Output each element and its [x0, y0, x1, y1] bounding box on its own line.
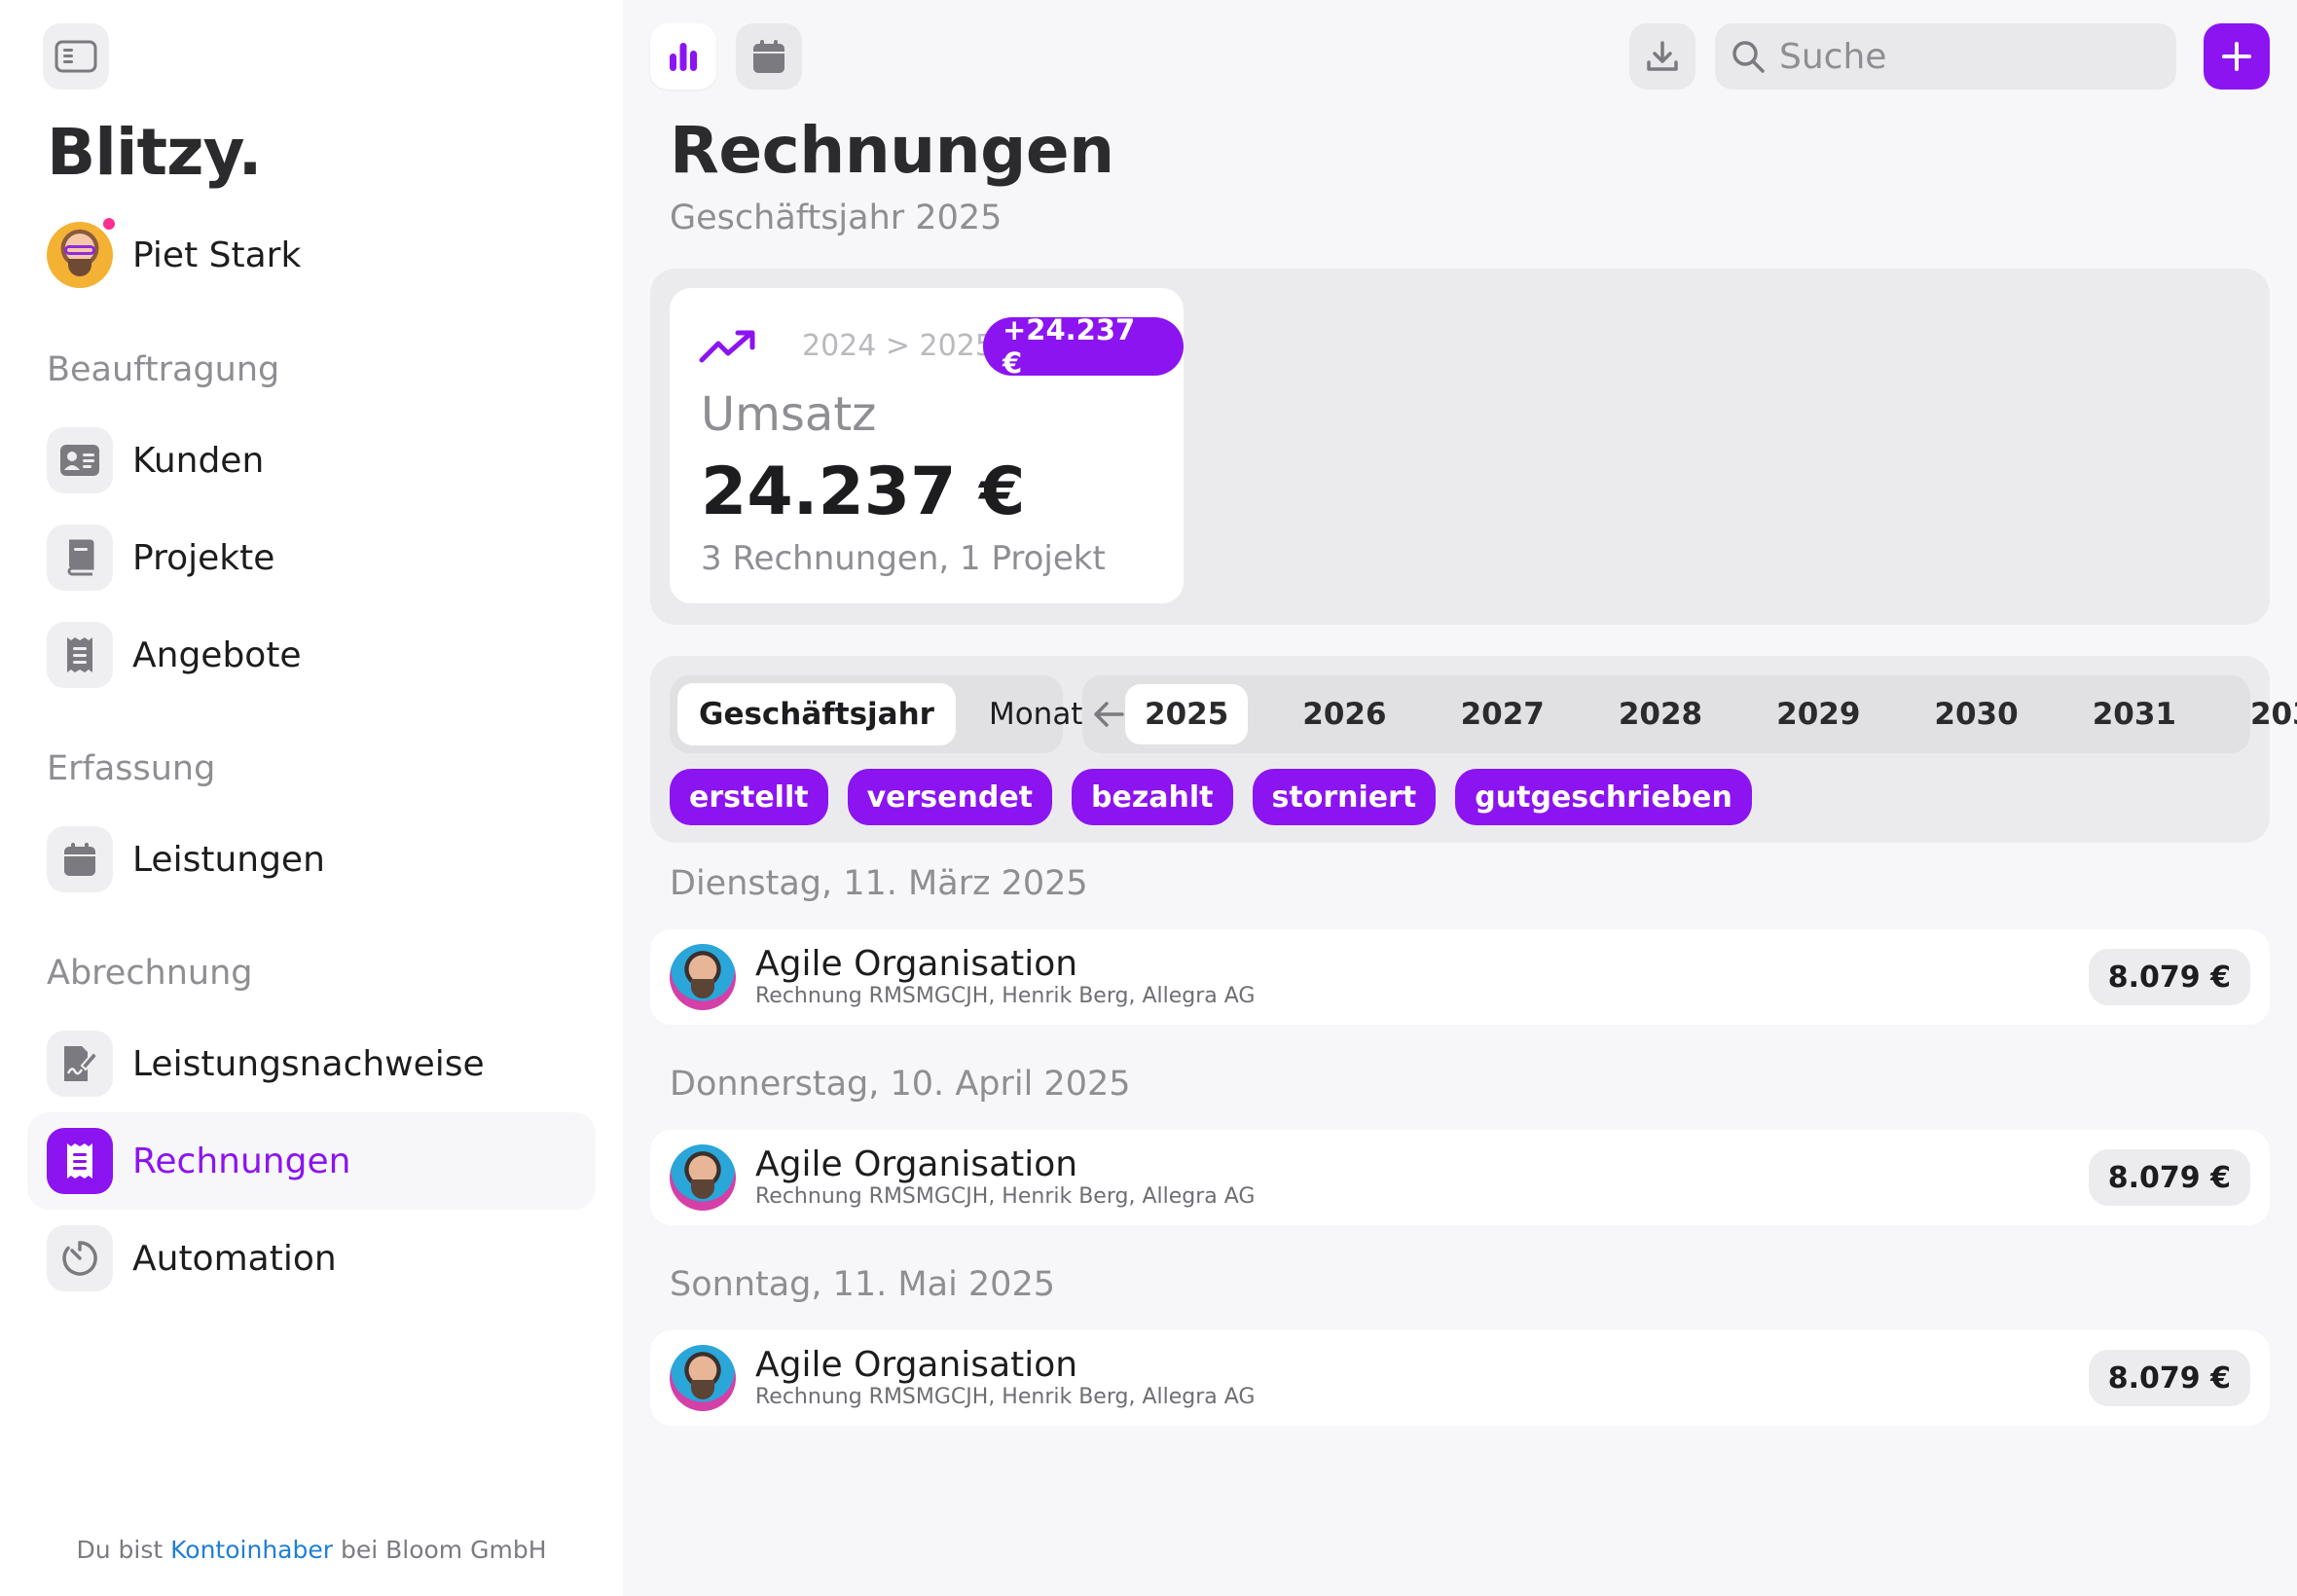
- sidebar-item-label: Leistungsnachweise: [132, 1043, 485, 1084]
- add-invoice-button[interactable]: [2204, 23, 2270, 90]
- plus-icon: [2222, 42, 2251, 71]
- sidebar-toggle-icon: [55, 40, 97, 73]
- status-filter-row: erstellt versendet bezahlt storniert gut…: [670, 769, 1752, 825]
- stat-note: 3 Rechnungen, 1 Projekt: [701, 539, 1106, 578]
- filter-panel: Geschäftsjahr Monat 2025 2026 2027 2028: [650, 656, 2297, 843]
- book-icon: [47, 525, 113, 591]
- sidebar-item-kunden[interactable]: Kunden: [27, 412, 596, 509]
- download-icon: [1647, 41, 1678, 71]
- invoice-title: Agile Organisation: [755, 1345, 1078, 1385]
- search-icon: [1732, 41, 1765, 73]
- stat-comparison: 2024 > 2025: [802, 329, 994, 363]
- timer-icon: [47, 1225, 113, 1291]
- status-chip-bezahlt[interactable]: bezahlt: [1072, 769, 1233, 825]
- year-option[interactable]: 2032: [2231, 684, 2297, 744]
- sidebar-item-label: Automation: [132, 1238, 337, 1279]
- section-label-abrechnung: Abrechnung: [47, 954, 253, 993]
- sidebar-toggle-button[interactable]: [43, 23, 109, 90]
- calendar-icon: [47, 826, 113, 892]
- invoice-amount: 8.079 €: [2088, 1149, 2250, 1206]
- bar-chart-icon: [670, 43, 697, 71]
- download-button[interactable]: [1629, 23, 1695, 90]
- sidebar-item-leistungen[interactable]: Leistungen: [27, 811, 596, 908]
- invoice-row[interactable]: Agile Organisation Rechnung RMSMGCJH, He…: [650, 1330, 2270, 1426]
- avatar: [670, 944, 736, 1010]
- year-option[interactable]: 2030: [1914, 684, 2037, 744]
- invoice-subtitle: Rechnung RMSMGCJH, Henrik Berg, Allegra …: [755, 1184, 1256, 1209]
- date-group-label: Dienstag, 11. März 2025: [670, 864, 1088, 903]
- account-footer: Du bist Kontoinhaber bei Bloom GmbH: [0, 1536, 623, 1564]
- invoice-row[interactable]: Agile Organisation Rechnung RMSMGCJH, He…: [650, 929, 2270, 1025]
- invoice-amount: 8.079 €: [2088, 1350, 2250, 1406]
- page-subtitle: Geschäftsjahr 2025: [670, 199, 1003, 237]
- footer-prefix: Du bist: [76, 1536, 164, 1564]
- year-option[interactable]: 2028: [1599, 684, 1722, 744]
- avatar: [670, 1345, 736, 1411]
- user-name: Piet Stark: [132, 235, 302, 275]
- avatar: [670, 1144, 736, 1211]
- invoice-title: Agile Organisation: [755, 1144, 1078, 1184]
- sidebar-item-projekte[interactable]: Projekte: [27, 509, 596, 606]
- stats-panel: 2024 > 2025 +24.237 € Umsatz 24.237 € 3 …: [650, 269, 2270, 625]
- sidebar-item-label: Angebote: [132, 635, 302, 675]
- year-selector: 2025 2026 2027 2028 2029 2030 2031 2032: [1082, 675, 2297, 753]
- footer-suffix: bei Bloom GmbH: [340, 1536, 547, 1564]
- invoice-subtitle: Rechnung RMSMGCJH, Henrik Berg, Allegra …: [755, 1385, 1256, 1409]
- sidebar-item-angebote[interactable]: Angebote: [27, 606, 596, 704]
- avatar: [47, 216, 117, 288]
- user-profile[interactable]: Piet Stark: [47, 216, 302, 288]
- main-content: Rechnungen Geschäftsjahr 2025 2024 > 202…: [623, 0, 2297, 1596]
- notification-dot: [101, 216, 117, 232]
- app: Blitzy. Piet Stark Beauftragung Kunden P…: [0, 0, 2297, 1596]
- arrow-left-icon: [1094, 702, 1124, 727]
- year-option[interactable]: 2025: [1125, 684, 1249, 744]
- sidebar: Blitzy. Piet Stark Beauftragung Kunden P…: [0, 0, 623, 1596]
- calendar-icon: [753, 40, 784, 73]
- sidebar-item-label: Rechnungen: [132, 1141, 351, 1181]
- year-option[interactable]: 2031: [2073, 684, 2196, 744]
- period-option-geschaeftsjahr[interactable]: Geschäftsjahr: [677, 683, 956, 745]
- section-label-erfassung: Erfassung: [47, 749, 216, 788]
- chart-view-button[interactable]: [650, 23, 716, 90]
- page-title: Rechnungen: [670, 113, 1114, 188]
- status-chip-erstellt[interactable]: erstellt: [670, 769, 828, 825]
- brand-logo: Blitzy.: [47, 115, 263, 190]
- sidebar-item-rechnungen[interactable]: Rechnungen: [27, 1112, 596, 1210]
- stat-value: 24.237 €: [701, 453, 1026, 530]
- section-label-beauftragung: Beauftragung: [47, 350, 280, 389]
- invoice-row[interactable]: Agile Organisation Rechnung RMSMGCJH, He…: [650, 1130, 2270, 1225]
- year-prev-button[interactable]: [1092, 700, 1125, 729]
- invoice-amount: 8.079 €: [2088, 949, 2250, 1005]
- receipt-icon: [47, 622, 113, 688]
- sidebar-item-automation[interactable]: Automation: [27, 1210, 596, 1307]
- period-toggle: Geschäftsjahr Monat: [670, 675, 1082, 753]
- date-group-label: Donnerstag, 10. April 2025: [670, 1065, 1131, 1104]
- signature-document-icon: [47, 1031, 113, 1097]
- status-chip-versendet[interactable]: versendet: [847, 769, 1053, 825]
- trending-up-icon: [699, 330, 755, 363]
- search-bar: [1715, 23, 2176, 90]
- sidebar-item-label: Kunden: [132, 440, 265, 481]
- sidebar-item-label: Leistungen: [132, 839, 325, 880]
- year-option[interactable]: 2029: [1757, 684, 1879, 744]
- sidebar-item-leistungsnachweise[interactable]: Leistungsnachweise: [27, 1015, 596, 1112]
- invoice-title: Agile Organisation: [755, 944, 1078, 984]
- stat-delta-badge: +24.237 €: [983, 313, 1184, 380]
- invoice-subtitle: Rechnung RMSMGCJH, Henrik Berg, Allegra …: [755, 984, 1256, 1008]
- account-role-link[interactable]: Kontoinhaber: [170, 1536, 333, 1564]
- sidebar-item-label: Projekte: [132, 537, 275, 578]
- contact-card-icon: [47, 427, 113, 493]
- revenue-stat-card[interactable]: 2024 > 2025 +24.237 € Umsatz 24.237 € 3 …: [670, 288, 1184, 603]
- status-chip-gutgeschrieben[interactable]: gutgeschrieben: [1455, 769, 1752, 825]
- status-chip-storniert[interactable]: storniert: [1252, 769, 1437, 825]
- invoice-icon: [47, 1128, 113, 1194]
- search-input[interactable]: [1779, 36, 2149, 77]
- calendar-view-button[interactable]: [736, 23, 802, 90]
- date-group-label: Sonntag, 11. Mai 2025: [670, 1265, 1055, 1304]
- year-option[interactable]: 2027: [1441, 684, 1564, 744]
- stat-label: Umsatz: [701, 387, 877, 442]
- year-option[interactable]: 2026: [1283, 684, 1405, 744]
